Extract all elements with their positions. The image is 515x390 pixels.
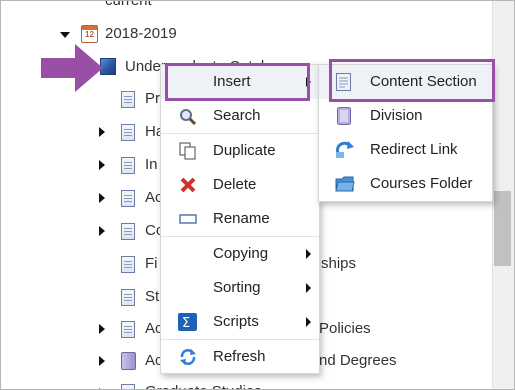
collapse-arrow-icon[interactable] [60,32,70,38]
submenu-arrow-icon [306,317,311,327]
division-icon [337,107,351,125]
menu-item-sorting[interactable]: Sorting [161,271,319,305]
document-icon [121,289,135,306]
tree-item-label: Fi [145,255,158,272]
submenu-item-courses-folder[interactable]: Courses Folder [319,167,492,201]
expand-arrow-icon[interactable] [99,356,105,366]
svg-text:Σ: Σ [182,316,190,331]
document-icon [121,190,135,207]
document-icon [121,157,135,174]
menu-item-scripts[interactable]: Σ Scripts [161,305,319,339]
expand-arrow-icon[interactable] [99,226,105,236]
document-icon [121,321,135,338]
duplicate-icon [179,142,196,160]
calendar-icon: 12 [81,25,98,43]
menu-item-search[interactable]: Search [161,99,319,133]
tree-item-label: Graduate Studies [145,379,262,389]
scripts-icon: Σ [178,313,197,331]
submenu-arrow-icon [306,283,311,293]
document-icon [121,124,135,141]
tree-item-label-tail: ships [321,255,357,272]
redirect-link-icon [335,141,354,158]
delete-icon [180,177,196,193]
tree-item-2018-2019[interactable]: 2018-2019 [105,21,177,47]
tree-item-label-tail: Policies [319,320,371,337]
submenu-arrow-icon [306,249,311,259]
search-icon [180,109,197,126]
division-icon [121,352,136,370]
tree-item-label-tail: nd Degrees [319,352,397,369]
tree-item-label: In [145,156,158,173]
content-section-highlight-annotation [329,59,495,102]
content-tree-panel: current 12 2018-2019 Undergraduate Catal… [0,0,515,390]
insert-highlight-annotation [165,63,310,101]
menu-item-refresh[interactable]: Refresh [161,340,319,374]
pointer-arrow-annotation [41,44,103,92]
expand-arrow-icon[interactable] [99,160,105,170]
refresh-icon [180,349,196,365]
document-icon [121,91,135,108]
expand-arrow-icon[interactable] [99,193,105,203]
rename-icon [179,214,197,224]
menu-item-rename[interactable]: Rename [161,202,319,236]
document-icon [121,223,135,240]
tree-item-label: Pr [145,90,160,107]
tree-item-label: St [145,288,160,305]
submenu-item-redirect-link[interactable]: Redirect Link [319,133,492,167]
menu-item-delete[interactable]: Delete [161,168,319,202]
courses-folder-icon [335,176,355,192]
tree-item-label: current [105,0,152,9]
tree-item-label: 2018-2019 [105,25,177,42]
expand-arrow-icon[interactable] [99,127,105,137]
tree-item-current[interactable]: current [105,0,152,14]
document-icon [121,384,135,389]
submenu-item-division[interactable]: Division [319,99,492,133]
document-icon [121,256,135,273]
expand-arrow-icon[interactable] [99,324,105,334]
menu-item-duplicate[interactable]: Duplicate [161,134,319,168]
context-menu: Insert Search Duplicate Delete Rename Co… [160,64,320,374]
menu-item-copying[interactable]: Copying [161,237,319,271]
scrollbar-thumb[interactable] [494,191,511,266]
